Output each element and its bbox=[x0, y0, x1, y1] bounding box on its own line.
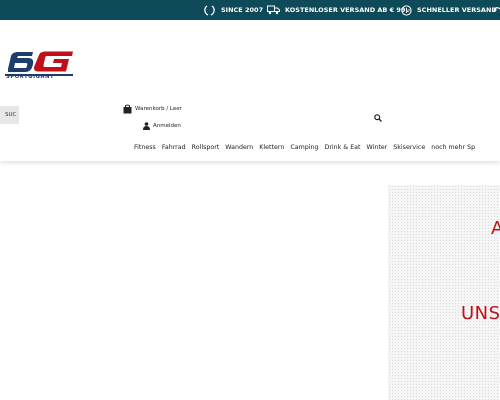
cart-label: Warenkorb / Leer bbox=[135, 106, 182, 112]
top-bar: SINCE 2007 KOSTENLOSER VERSAND AB € 99,-… bbox=[0, 0, 500, 20]
fast-shipping-badge: SCHNELLER VERSAND bbox=[401, 0, 497, 20]
sg-logo-mark bbox=[5, 51, 73, 76]
since-text: SINCE 2007 bbox=[221, 6, 264, 14]
laurel-icon bbox=[204, 4, 215, 16]
nav-item-skiservice[interactable]: Skiservice bbox=[393, 144, 425, 151]
sportgigant-logo[interactable] bbox=[5, 47, 77, 87]
nav-item-fitness[interactable]: Fitness bbox=[134, 144, 156, 151]
nav-item-drink-eat[interactable]: Drink & Eat bbox=[324, 144, 360, 151]
site-header: SPORTGIGANT SUC Warenkorb / Leer Anmelde… bbox=[0, 20, 500, 161]
search-icon bbox=[374, 114, 382, 122]
banner-line-2: UNS bbox=[461, 303, 500, 324]
nav-item-rollsport[interactable]: Rollsport bbox=[192, 144, 220, 151]
nav-item-camping[interactable]: Camping bbox=[290, 144, 318, 151]
extra-badge bbox=[493, 0, 500, 20]
nav-item-more[interactable]: noch mehr Sp bbox=[431, 144, 475, 151]
clock-icon bbox=[401, 4, 412, 16]
truck-icon bbox=[267, 5, 280, 15]
shopping-bag-icon bbox=[123, 104, 132, 114]
free-shipping-text: KOSTENLOSER VERSAND AB € 99,- bbox=[285, 6, 411, 14]
login-label: Anmelden bbox=[153, 123, 181, 129]
login-link[interactable]: Anmelden bbox=[143, 122, 181, 130]
nav-item-fahrrad[interactable]: Fahrrad bbox=[162, 144, 186, 151]
free-shipping-badge: KOSTENLOSER VERSAND AB € 99,- bbox=[267, 0, 411, 20]
user-icon bbox=[143, 122, 150, 130]
fast-shipping-text: SCHNELLER VERSAND bbox=[417, 6, 497, 14]
cart-link[interactable]: Warenkorb / Leer bbox=[123, 104, 182, 114]
main-nav: Fitness Fahrrad Rollsport Wandern Klette… bbox=[134, 144, 475, 151]
since-2007-badge: SINCE 2007 bbox=[203, 0, 263, 20]
nav-item-klettern[interactable]: Klettern bbox=[259, 144, 284, 151]
nav-item-winter[interactable]: Winter bbox=[367, 144, 388, 151]
search-input[interactable]: SUC bbox=[0, 106, 19, 124]
promo-banner[interactable]: A UNS bbox=[388, 185, 500, 400]
logo-subtitle: SPORTGIGANT bbox=[6, 74, 55, 80]
arrow-icon bbox=[493, 7, 500, 12]
nav-item-wandern[interactable]: Wandern bbox=[225, 144, 253, 151]
banner-line-1: A bbox=[491, 218, 500, 239]
search-button[interactable] bbox=[374, 109, 382, 127]
